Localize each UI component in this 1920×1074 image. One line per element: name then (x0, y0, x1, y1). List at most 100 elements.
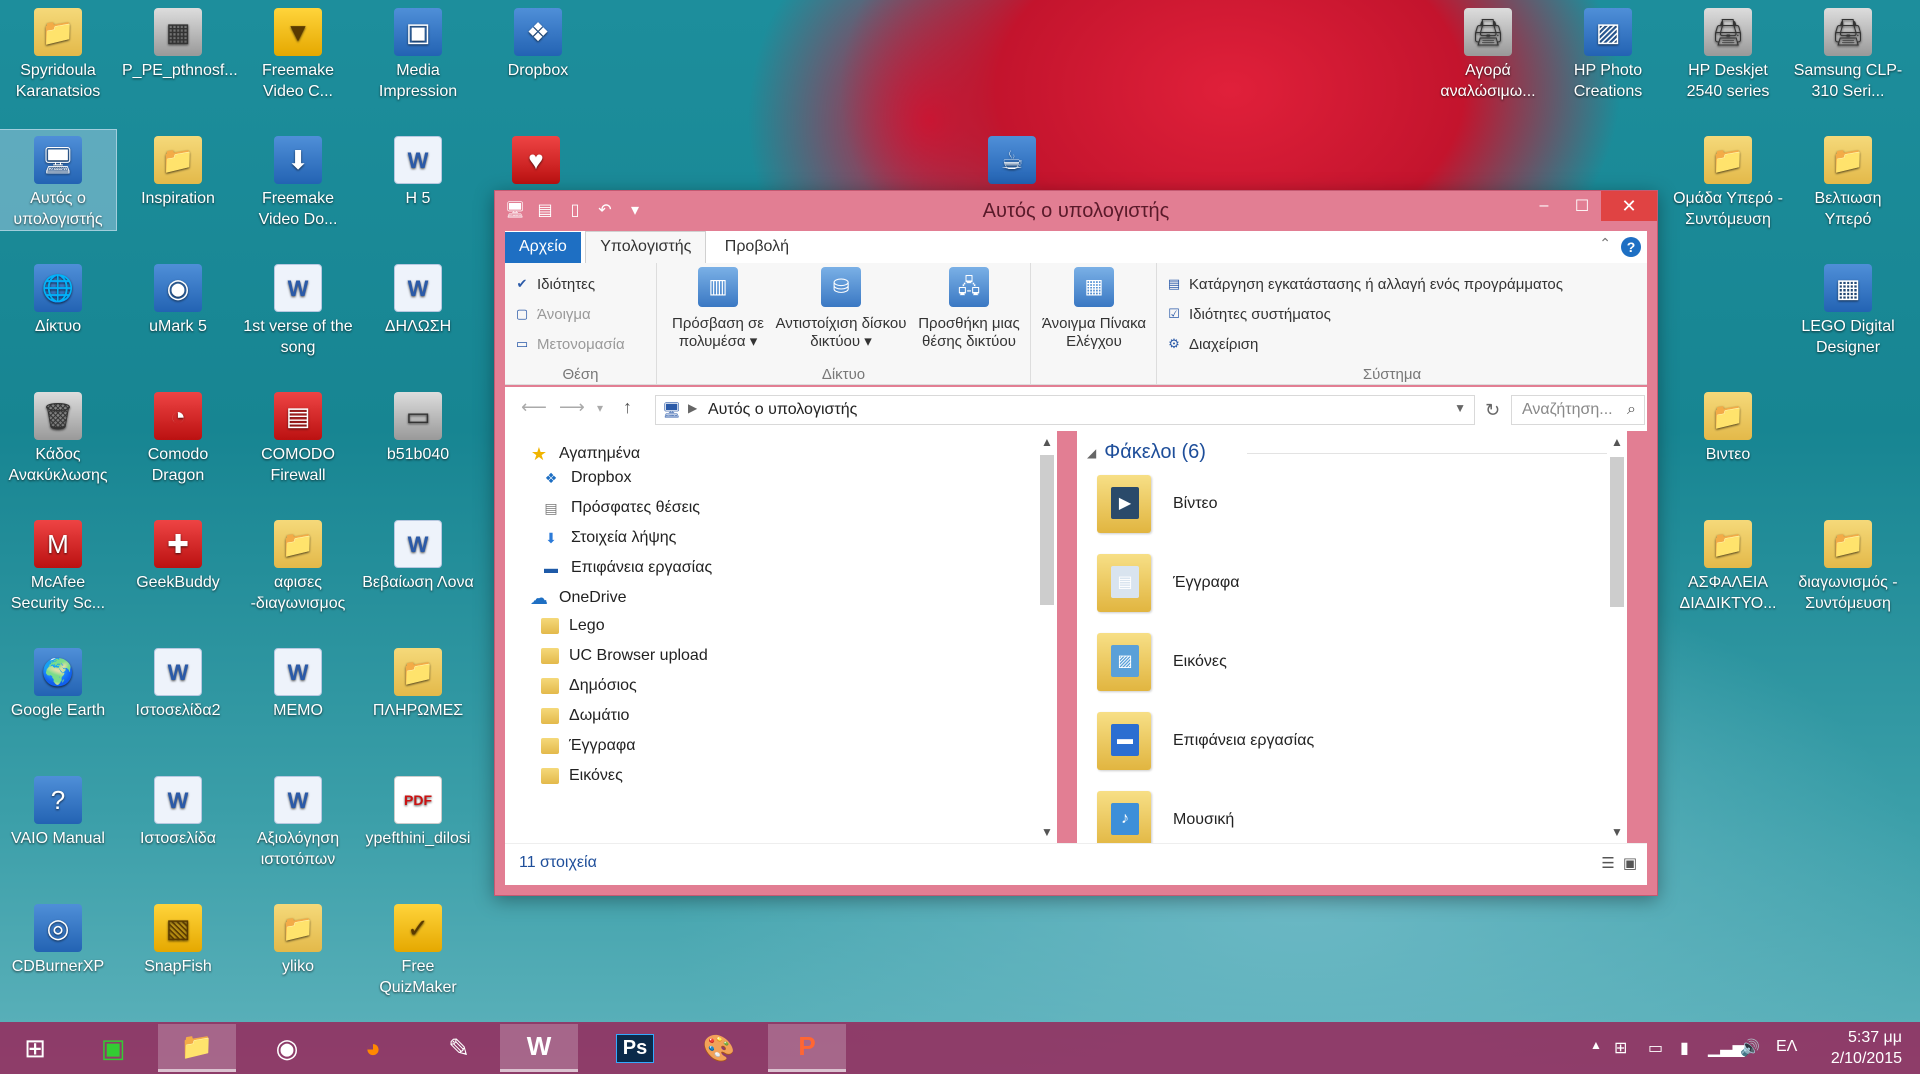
desktop-icon[interactable]: 🗑 Κάδος Ανακύκλωσης (0, 386, 116, 486)
refresh-icon[interactable]: ↻ (1485, 400, 1500, 421)
desktop-icon[interactable]: 📁 Spyridoula Karanatsios (0, 2, 116, 102)
nav-favorites[interactable]: ★ Αγαπημένα (529, 441, 640, 467)
desktop-icon[interactable]: 📁 yliko (240, 898, 356, 977)
folder-item[interactable]: ♪ Μουσική (1097, 791, 1234, 843)
tab-view[interactable]: Προβολή (711, 232, 803, 264)
desktop-icon[interactable]: ◔ Comodo Dragon (120, 386, 236, 486)
close-button[interactable]: ✕ (1601, 191, 1657, 221)
windows-tray-icon[interactable]: ⊞ (1614, 1038, 1627, 1058)
add-network-location-button[interactable]: 🖧 Προσθήκη μιας θέσης δικτύου (907, 267, 1031, 351)
nav-onedrive-item[interactable]: Δημόσιος (541, 673, 637, 699)
manage-button[interactable]: ⚙ Διαχείριση (1157, 329, 1627, 359)
desktop-icon[interactable]: ▨ HP Photo Creations (1550, 2, 1666, 102)
collapse-ribbon-icon[interactable]: ⌃ (1599, 235, 1611, 252)
nav-onedrive-item[interactable]: Lego (541, 613, 605, 639)
properties-button[interactable]: ✔ Ιδιότητες (505, 269, 656, 299)
tab-computer[interactable]: Υπολογιστής (585, 231, 707, 263)
scroll-down-icon[interactable]: ▼ (1037, 825, 1057, 839)
nav-onedrive-item[interactable]: UC Browser upload (541, 643, 708, 669)
desktop-icon[interactable]: ❖ Dropbox (480, 2, 596, 81)
content-scrollbar[interactable]: ▲ ▼ (1607, 431, 1627, 843)
desktop-icon[interactable]: 🌍 Google Earth (0, 642, 116, 721)
collapse-group-icon[interactable]: ◢ (1087, 446, 1096, 460)
open-button[interactable]: ▢ Άνοιγμα (505, 299, 656, 329)
nav-favorite-item[interactable]: ▬ Επιφάνεια εργασίας (541, 555, 712, 581)
large-icons-view-icon[interactable]: ▣ (1623, 854, 1637, 872)
tab-file[interactable]: Αρχείο (505, 232, 581, 264)
desktop-icon[interactable]: ☕ (954, 130, 1070, 188)
folder-item[interactable]: ▤ Έγγραφα (1097, 554, 1240, 612)
recent-locations-icon[interactable]: ▾ (597, 401, 603, 415)
desktop-icon[interactable]: 🖥 Αυτός ο υπολογιστής (0, 129, 117, 231)
desktop-icon[interactable]: ◉ uMark 5 (120, 258, 236, 337)
scroll-thumb[interactable] (1040, 455, 1054, 605)
desktop-icon[interactable]: 📁 Inspiration (120, 130, 236, 209)
desktop-icon[interactable]: 🌐 Δίκτυο (0, 258, 116, 337)
desktop-icon[interactable]: ♥ (478, 130, 594, 188)
desktop-icon[interactable]: 📁 αφισες -διαγωνισμος (240, 514, 356, 614)
back-button[interactable]: ⟵ (521, 397, 547, 418)
desktop-icon[interactable]: W Η 5 (360, 130, 476, 209)
desktop-icon[interactable]: 📁 ΠΛΗΡΩΜΕΣ (360, 642, 476, 721)
desktop-icon[interactable]: W MEMO (240, 642, 356, 721)
desktop-icon[interactable]: ✓ Free QuizMaker (360, 898, 476, 998)
desktop-icon[interactable]: ▣ Media Impression (360, 2, 476, 102)
taskbar-paint[interactable]: 🎨 (680, 1024, 758, 1072)
taskbar-explorer[interactable]: 📁 (158, 1024, 236, 1072)
folder-item[interactable]: ▬ Επιφάνεια εργασίας (1097, 712, 1314, 770)
open-control-panel-button[interactable]: ▦ Άνοιγμα Πίνακα Ελέγχου (1035, 267, 1153, 351)
scroll-down-icon[interactable]: ▼ (1607, 825, 1627, 839)
desktop-icon[interactable]: 📁 διαγωνισμός - Συντόμευση (1790, 514, 1906, 614)
desktop-icon[interactable]: 📁 Βιντεο (1670, 386, 1786, 465)
minimize-button[interactable]: – (1525, 191, 1563, 221)
folder-item[interactable]: ▨ Εικόνες (1097, 633, 1227, 691)
volume-icon[interactable]: 🔊 (1740, 1038, 1760, 1058)
taskbar-word[interactable]: W (500, 1024, 578, 1072)
desktop-icon[interactable]: M McAfee Security Sc... (0, 514, 116, 614)
rename-button[interactable]: ▭ Μετονομασία (505, 329, 656, 359)
taskbar-app[interactable]: ✎ (420, 1024, 498, 1072)
desktop-icon[interactable]: PDF ypefthini_dilosi (360, 770, 476, 849)
nav-onedrive-item[interactable]: Έγγραφα (541, 733, 636, 759)
desktop-icon[interactable]: ? VAIO Manual (0, 770, 116, 849)
desktop-icon[interactable]: W Αξιολόγηση ιστοτόπων (240, 770, 356, 870)
desktop-icon[interactable]: ▦ P_PE_pthnosf... (120, 2, 238, 81)
taskbar-powerpoint[interactable]: P (768, 1024, 846, 1072)
map-network-drive-button[interactable]: ⛁ Αντιστοίχιση δίσκου δικτύου ▾ (775, 267, 907, 351)
taskbar-store[interactable]: ▣ (74, 1024, 152, 1072)
desktop-icon[interactable]: W Ιστοσελίδα (120, 770, 236, 849)
desktop-icon[interactable]: W Βεβαίωση Λονα (360, 514, 476, 593)
desktop-icon[interactable]: ▼ Freemake Video C... (240, 2, 356, 102)
title-bar[interactable]: 🖥 ▤ ▯ ↶ ▾ Αυτός ο υπολογιστής – ☐ ✕ (495, 191, 1657, 231)
access-media-button[interactable]: ▥ Πρόσβαση σε πολυμέσα ▾ (661, 267, 775, 351)
start-button[interactable]: ⊞ (0, 1024, 70, 1072)
folder-item[interactable]: ▶ Βίντεο (1097, 475, 1218, 533)
nav-onedrive[interactable]: ☁ OneDrive (529, 585, 627, 611)
address-bar[interactable]: 🖥 ▶ Αυτός ο υπολογιστής ▼ (655, 395, 1475, 425)
desktop-icon[interactable]: ⬇ Freemake Video Do... (240, 130, 356, 230)
desktop-icon[interactable]: ✚ GeekBuddy (120, 514, 236, 593)
desktop-icon[interactable]: 🖨 Αγορά αναλώσιμω... (1430, 2, 1546, 102)
battery-icon[interactable]: ▮ (1680, 1038, 1689, 1058)
taskbar-firefox[interactable]: ◕ (334, 1024, 412, 1072)
chevron-right-icon[interactable]: ▶ (688, 401, 697, 415)
scroll-up-icon[interactable]: ▲ (1037, 435, 1057, 449)
nav-favorite-item[interactable]: ❖ Dropbox (541, 465, 632, 491)
desktop-icon[interactable]: 🖨 Samsung CLP-310 Seri... (1790, 2, 1906, 102)
forward-button[interactable]: ⟶ (559, 397, 585, 418)
clock[interactable]: 5:37 μμ 2/10/2015 (1831, 1027, 1902, 1069)
desktop-icon[interactable]: ◎ CDBurnerXP (0, 898, 116, 977)
scroll-thumb[interactable] (1610, 457, 1624, 607)
desktop-icon[interactable]: W Ιστοσελίδα2 (120, 642, 236, 721)
system-properties-button[interactable]: ☑ Ιδιότητες συστήματος (1157, 299, 1627, 329)
show-hidden-icons[interactable]: ▲ (1590, 1038, 1602, 1052)
desktop-icon[interactable]: ▦ LEGO Digital Designer (1790, 258, 1906, 358)
desktop-icon[interactable]: W ΔΗΛΩΣΗ (360, 258, 476, 337)
language-indicator[interactable]: ΕΛ (1776, 1038, 1797, 1056)
nav-scrollbar[interactable]: ▲ ▼ (1037, 431, 1057, 843)
nav-onedrive-item[interactable]: Εικόνες (541, 763, 623, 789)
nav-favorite-item[interactable]: ⬇ Στοιχεία λήψης (541, 525, 676, 551)
details-view-icon[interactable]: ☰ (1601, 854, 1614, 872)
taskbar-photoshop[interactable]: Ps (596, 1024, 674, 1072)
nav-onedrive-item[interactable]: Δωμάτιο (541, 703, 629, 729)
